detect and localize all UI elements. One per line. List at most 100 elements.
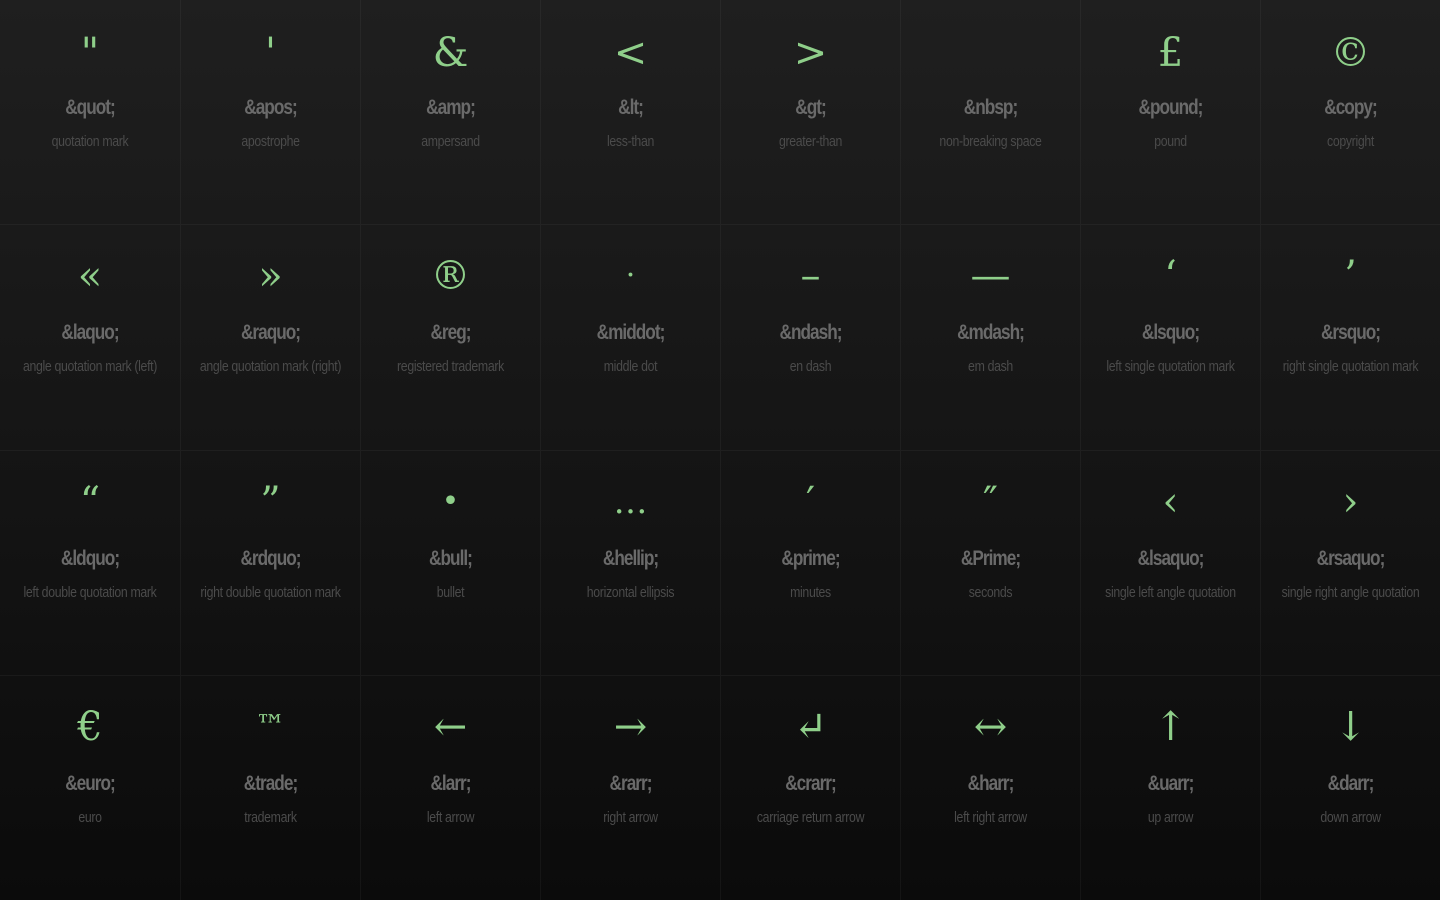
entity-code: &hellip; — [602, 547, 659, 570]
entity-glyph: – — [800, 253, 821, 299]
down-arrow-icon: ↓ — [1333, 704, 1368, 750]
entity-description: bullet — [436, 584, 465, 601]
entity-card-uarr[interactable]: ↑ &uarr; up arrow — [1080, 676, 1260, 900]
entity-card-euro[interactable]: € &euro; euro — [0, 676, 180, 900]
entity-card-harr[interactable]: ↔ &harr; left right arrow — [900, 676, 1080, 900]
entity-card-middot[interactable]: · &middot; middle dot — [540, 225, 720, 451]
entity-glyph: € — [77, 704, 103, 750]
entity-code: &raquo; — [240, 321, 301, 344]
entity-code: &uarr; — [1147, 772, 1195, 795]
entity-code: &gt; — [795, 96, 826, 119]
entity-card-apos[interactable]: ' &apos; apostrophe — [180, 0, 360, 225]
entity-code: &euro; — [65, 772, 116, 795]
entity-card-hellip[interactable]: … &hellip; horizontal ellipsis — [540, 451, 720, 676]
entity-glyph: > — [793, 30, 828, 76]
left-right-arrow-icon: ↔ — [973, 704, 1008, 750]
entity-card-larr[interactable]: ← &larr; left arrow — [360, 676, 540, 900]
entity-card-mdash[interactable]: — &mdash; em dash — [900, 225, 1080, 451]
entity-code: &rsaquo; — [1316, 547, 1386, 570]
entity-card-amp[interactable]: & &amp; ampersand — [360, 0, 540, 225]
entity-card-ldquo[interactable]: “ &ldquo; left double quotation mark — [0, 451, 180, 676]
entity-code: &ldquo; — [60, 547, 120, 570]
entity-description: angle quotation mark (right) — [199, 358, 342, 375]
entity-code: &mdash; — [957, 321, 1025, 344]
entity-glyph: ” — [260, 479, 281, 525]
entity-description: carriage return arrow — [756, 809, 865, 826]
entity-description: em dash — [968, 358, 1013, 375]
entity-card-rsquo[interactable]: ’ &rsquo; right single quotation mark — [1260, 225, 1440, 451]
entity-card-darr[interactable]: ↓ &darr; down arrow — [1260, 676, 1440, 900]
entity-description: registered trademark — [397, 358, 504, 375]
entity-code: &trade; — [243, 772, 298, 795]
entity-glyph: • — [441, 484, 460, 519]
entity-card-lsquo[interactable]: ‘ &lsquo; left single quotation mark — [1080, 225, 1260, 451]
entity-code: &prime; — [781, 547, 840, 570]
entity-description: right arrow — [603, 809, 658, 826]
entity-card-prime[interactable]: ′ &prime; minutes — [720, 451, 900, 676]
entity-card-reg[interactable]: ® &reg; registered trademark — [360, 225, 540, 451]
entity-code: &amp; — [426, 96, 476, 119]
entity-card-raquo[interactable]: » &raquo; angle quotation mark (right) — [180, 225, 360, 451]
entity-glyph: ’ — [1344, 253, 1357, 299]
entity-card-Prime[interactable]: ″ &Prime; seconds — [900, 451, 1080, 676]
entity-card-quot[interactable]: " &quot; quotation mark — [0, 0, 180, 225]
entity-description: ampersand — [421, 133, 480, 150]
entity-code: &laquo; — [61, 321, 119, 344]
entity-description: minutes — [790, 584, 831, 601]
entity-card-ndash[interactable]: – &ndash; en dash — [720, 225, 900, 451]
entity-description: apostrophe — [241, 133, 300, 150]
entity-description: greater-than — [778, 133, 843, 150]
entity-glyph: ‹ — [1162, 479, 1179, 525]
entity-glyph: · — [625, 258, 636, 293]
entity-card-trade[interactable]: ™ &trade; trademark — [180, 676, 360, 900]
entity-code: &crarr; — [785, 772, 837, 795]
entity-description: euro — [78, 809, 102, 826]
entity-code: &apos; — [244, 96, 297, 119]
entity-card-lt[interactable]: < &lt; less-than — [540, 0, 720, 225]
entity-glyph: ™ — [255, 709, 286, 744]
entity-card-laquo[interactable]: « &laquo; angle quotation mark (left) — [0, 225, 180, 451]
entity-card-bull[interactable]: • &bull; bullet — [360, 451, 540, 676]
entity-description: en dash — [789, 358, 832, 375]
entity-description: seconds — [968, 584, 1013, 601]
entity-code: &lsquo; — [1141, 321, 1200, 344]
entity-description: horizontal ellipsis — [586, 584, 675, 601]
entity-code: &darr; — [1327, 772, 1375, 795]
entity-glyph: “ — [79, 479, 101, 525]
right-arrow-icon: → — [613, 704, 648, 750]
entity-card-lsaquo[interactable]: ‹ &lsaquo; single left angle quotation — [1080, 451, 1260, 676]
entity-glyph: & — [432, 30, 469, 76]
entity-card-crarr[interactable]: ↵ &crarr; carriage return arrow — [720, 676, 900, 900]
entity-grid: " &quot; quotation mark ' &apos; apostro… — [0, 0, 1440, 900]
entity-description: left arrow — [426, 809, 475, 826]
entity-card-copy[interactable]: © &copy; copyright — [1260, 0, 1440, 225]
entity-description: angle quotation mark (left) — [22, 358, 158, 375]
entity-card-nbsp[interactable]: &nbsp; non-breaking space — [900, 0, 1080, 225]
entity-glyph: ″ — [983, 479, 998, 525]
entity-code: &larr; — [430, 772, 471, 795]
entity-code: &Prime; — [960, 547, 1021, 570]
entity-glyph: < — [613, 30, 648, 76]
entity-glyph: " — [80, 30, 100, 76]
entity-glyph: ' — [265, 30, 276, 76]
entity-code: &middot; — [596, 321, 666, 344]
entity-card-pound[interactable]: £ &pound; pound — [1080, 0, 1260, 225]
entity-description: up arrow — [1147, 809, 1194, 826]
entity-description: left right arrow — [954, 809, 1027, 826]
entity-description: down arrow — [1320, 809, 1381, 826]
up-arrow-icon: ↑ — [1153, 704, 1188, 750]
entity-description: single left angle quotation — [1105, 584, 1236, 601]
entity-code: &nbsp; — [963, 96, 1018, 119]
entity-description: pound — [1154, 133, 1187, 150]
entity-card-rsaquo[interactable]: › &rsaquo; single right angle quotation — [1260, 451, 1440, 676]
entity-code: &ndash; — [779, 321, 842, 344]
entity-code: &pound; — [1138, 96, 1204, 119]
entity-description: single right angle quotation — [1281, 584, 1420, 601]
entity-card-rarr[interactable]: → &rarr; right arrow — [540, 676, 720, 900]
entity-code: &harr; — [967, 772, 1015, 795]
entity-code: &lt; — [618, 96, 644, 119]
entity-glyph: ‘ — [1164, 253, 1177, 299]
entity-glyph: » — [258, 253, 283, 299]
entity-card-gt[interactable]: > &gt; greater-than — [720, 0, 900, 225]
entity-card-rdquo[interactable]: ” &rdquo; right double quotation mark — [180, 451, 360, 676]
